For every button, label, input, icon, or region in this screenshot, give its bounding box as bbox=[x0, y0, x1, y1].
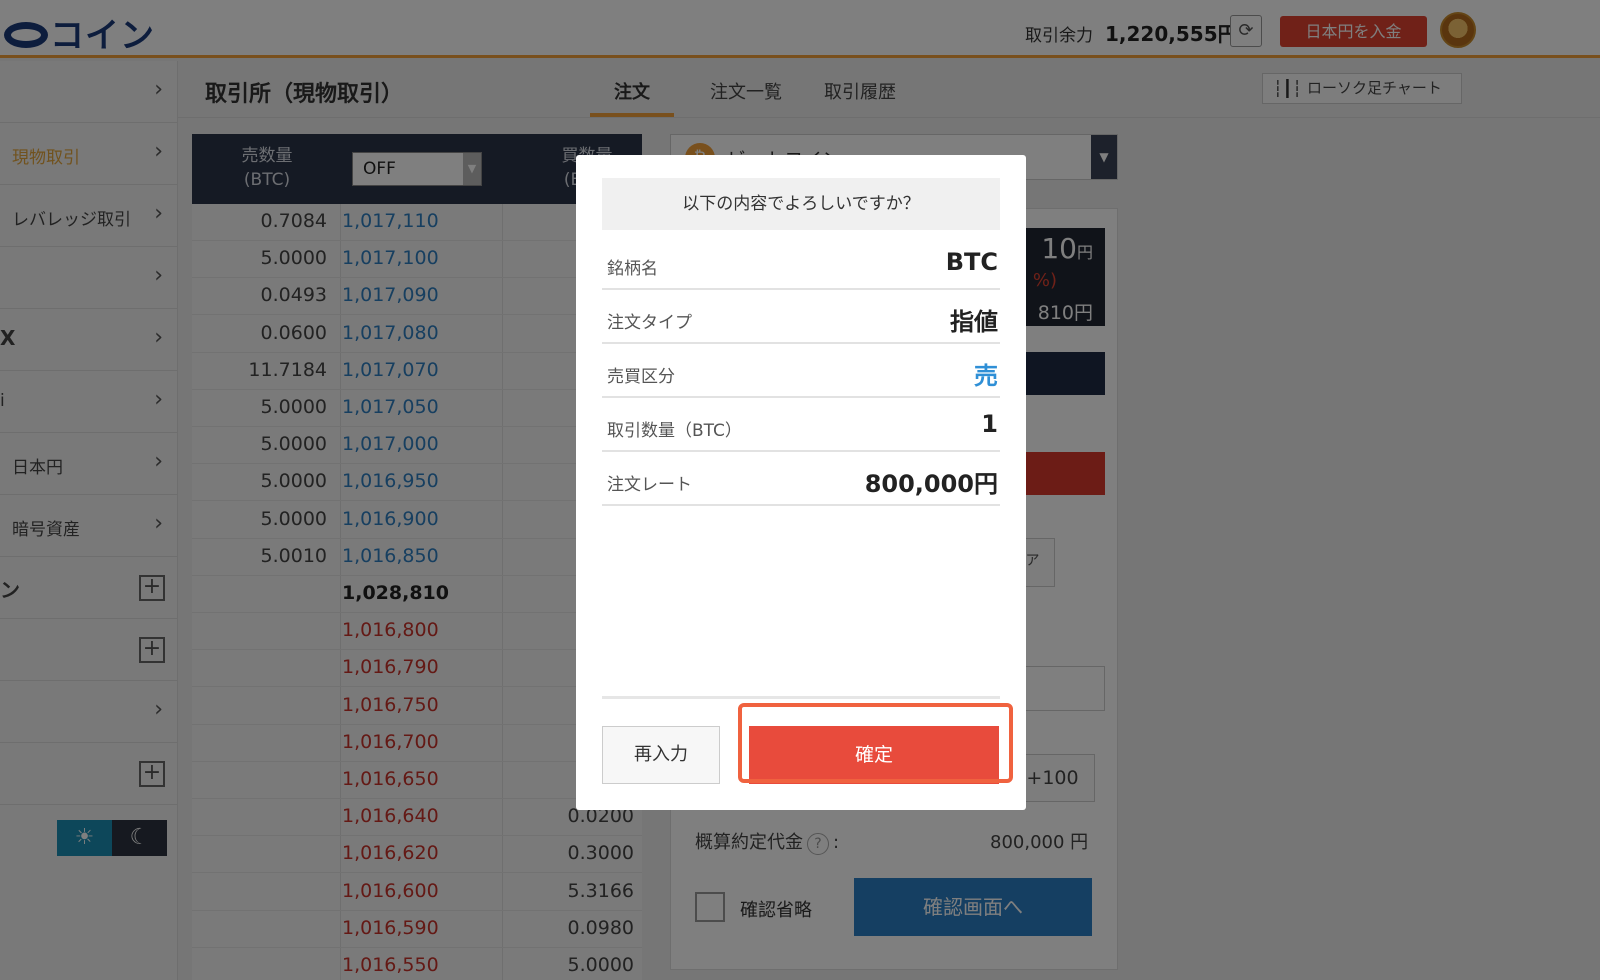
detail-label: 注文タイプ bbox=[607, 313, 692, 333]
detail-value: BTC bbox=[945, 248, 998, 276]
detail-row-side: 売買区分 売 bbox=[602, 344, 1000, 398]
confirm-button-highlight bbox=[738, 703, 1013, 783]
detail-value: 800,000円 bbox=[864, 470, 998, 498]
detail-label: 売買区分 bbox=[607, 367, 675, 387]
detail-row-order-type: 注文タイプ 指値 bbox=[602, 290, 1000, 344]
detail-label: 銘柄名 bbox=[607, 259, 658, 279]
detail-row-symbol: 銘柄名 BTC bbox=[602, 236, 1000, 290]
divider bbox=[602, 696, 1000, 699]
dialog-question: 以下の内容でよろしいですか？ bbox=[602, 178, 1000, 230]
detail-label: 取引数量（BTC） bbox=[607, 421, 742, 441]
detail-value: 1 bbox=[981, 410, 998, 438]
detail-value: 売 bbox=[974, 362, 998, 390]
detail-label: 注文レート bbox=[607, 475, 692, 495]
reenter-button[interactable]: 再入力 bbox=[602, 726, 720, 784]
detail-row-rate: 注文レート 800,000円 bbox=[602, 452, 1000, 506]
detail-value: 指値 bbox=[950, 308, 998, 336]
detail-row-quantity: 取引数量（BTC） 1 bbox=[602, 398, 1000, 452]
